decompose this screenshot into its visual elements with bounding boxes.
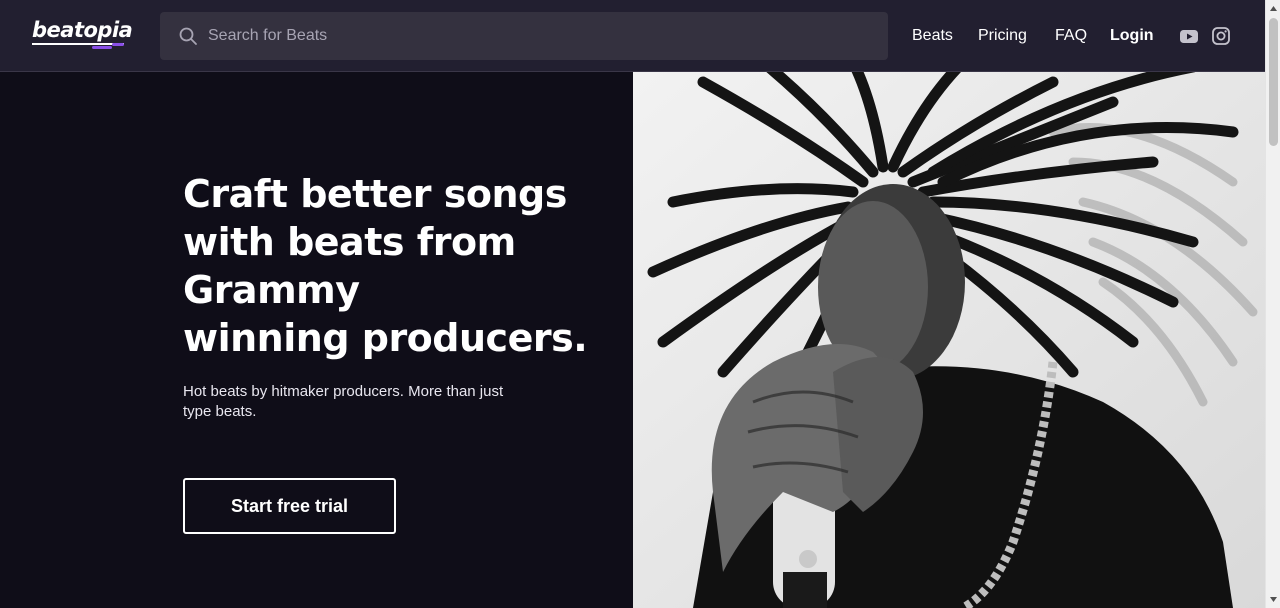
hero-subtext: Hot beats by hitmaker producers. More th… xyxy=(183,383,504,420)
scrollbar-thumb[interactable] xyxy=(1269,18,1278,146)
nav-link-faq[interactable]: FAQ xyxy=(1055,26,1087,46)
page-scrollbar[interactable] xyxy=(1265,0,1280,608)
start-free-trial-button[interactable]: Start free trial xyxy=(183,478,396,534)
scroll-up-arrow-icon[interactable] xyxy=(1269,4,1278,13)
search-bar[interactable] xyxy=(160,12,888,60)
beatopia-logo[interactable]: beatopia xyxy=(32,18,133,52)
search-icon xyxy=(179,27,197,45)
nav-link-login[interactable]: Login xyxy=(1110,26,1154,46)
nav-link-beats[interactable]: Beats xyxy=(912,26,953,46)
logo-accent-bar xyxy=(92,46,112,49)
headline-line: Craft better songs xyxy=(183,172,567,216)
nav-link-pricing[interactable]: Pricing xyxy=(978,26,1027,46)
hero-artist-photo xyxy=(633,72,1265,608)
headline-line: winning producers. xyxy=(183,316,588,360)
logo-underline xyxy=(32,43,124,45)
search-input[interactable] xyxy=(208,12,868,60)
headline-line: with beats from xyxy=(183,220,516,264)
hero-headline: Craft better songs with beats from Gramm… xyxy=(183,170,603,362)
top-navigation-bar: beatopia Beats Pricing FAQ Login xyxy=(0,0,1265,72)
instagram-icon[interactable] xyxy=(1211,26,1231,46)
artist-illustration xyxy=(633,72,1265,608)
scroll-down-arrow-icon[interactable] xyxy=(1269,595,1278,604)
youtube-icon[interactable] xyxy=(1179,26,1199,46)
logo-wordmark: beatopia xyxy=(32,18,133,42)
headline-line: Grammy xyxy=(183,268,360,312)
logo-accent-bar xyxy=(112,43,124,46)
